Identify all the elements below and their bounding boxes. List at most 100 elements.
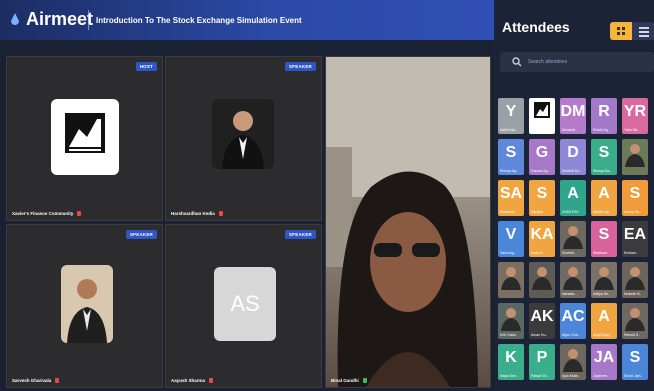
attendee-name: Vashi Ag.. — [500, 251, 516, 255]
participant-name: Sarvesh Gharivala — [12, 378, 60, 383]
attendees-title: Attendees — [502, 19, 570, 35]
attendee-name: Shreya Ag.. — [500, 169, 519, 173]
attendee-card[interactable]: S Sangita — [529, 180, 555, 216]
person-photo-icon — [212, 99, 274, 169]
attendee-name: Ansh K.. — [531, 251, 545, 255]
attendee-card[interactable]: S Shreya Ag.. — [498, 139, 524, 175]
attendee-initials: S — [505, 144, 517, 161]
attendee-card[interactable]: AC Arjun Cha.. — [560, 303, 586, 339]
attendee-card[interactable]: YR Yatin Mk.. — [622, 98, 648, 134]
role-badge: HOST — [135, 62, 157, 71]
attendee-card[interactable] — [498, 262, 524, 298]
attendee-card[interactable]: S Shreya Sa.. — [591, 139, 617, 175]
community-logo — [51, 99, 119, 175]
attendees-grid: Y Vaibhl Ma.. Xavier's F.. DM Devandt.. R Rutv… — [498, 98, 654, 391]
participant-tile[interactable]: HOST Xavier's Finance Community — [6, 56, 163, 221]
attendee-card[interactable]: Mukesh B.. — [622, 262, 648, 298]
attendee-card[interactable]: JA Jayshree.. — [591, 344, 617, 380]
attendee-card[interactable]: Nandita.. — [560, 262, 586, 298]
attendee-card[interactable]: S Shruti Jain.. — [622, 344, 648, 380]
attendee-card[interactable]: KA Ansh K.. — [529, 221, 555, 257]
attendee-card[interactable]: K Kalpa Sen.. — [498, 344, 524, 380]
participant-tile[interactable]: SPEAKER Harshvardhan Kedia — [165, 56, 322, 221]
participant-tile[interactable]: SPEAKER AS Aayush Sharma — [165, 224, 322, 388]
attendee-card[interactable] — [622, 139, 648, 175]
list-icon — [639, 27, 649, 37]
attendee-photo — [560, 221, 586, 249]
attendee-initials: S — [598, 226, 610, 243]
list-view-button[interactable] — [632, 22, 654, 40]
search-attendees-input[interactable]: Search attendees — [500, 52, 654, 72]
attendee-card[interactable]: A Anjali Sag.. — [591, 303, 617, 339]
participant-name: Binal Gandhi — [331, 378, 367, 383]
attendee-card[interactable]: S Akhay Sa.. — [622, 180, 648, 216]
grid-icon — [617, 27, 625, 35]
attendee-initials: S — [598, 144, 610, 161]
airmeet-logo-icon — [11, 12, 19, 25]
airmeet-logo[interactable]: Airmeet — [10, 9, 93, 30]
attendee-name: Jayshree.. — [593, 374, 610, 378]
attendee-name: Sangita — [531, 210, 543, 214]
attendee-name: Ashish Ag.. — [593, 210, 611, 214]
attendee-card[interactable]: A Ashish Ag.. — [591, 180, 617, 216]
mic-muted-icon — [218, 211, 223, 216]
attendee-initials: SA — [499, 185, 523, 202]
top-bar: Airmeet Introduction To The Stock Exchan… — [0, 0, 494, 40]
attendee-card[interactable]: Shobhit.. — [560, 221, 586, 257]
attendee-photo — [529, 262, 555, 290]
attendee-name: Anjali Sag.. — [593, 333, 611, 337]
attendee-name: Aditya Sh.. — [593, 292, 610, 296]
participant-name: Xavier's Finance Community — [12, 211, 82, 216]
event-title: Introduction To The Stock Exchange Simul… — [96, 16, 302, 25]
attendee-name: Kriti Gaba.. — [500, 333, 518, 337]
participant-tile[interactable]: SPEAKER Sarvesh Gharivala — [6, 224, 163, 388]
attendee-initials: YR — [623, 103, 647, 120]
attendee-card[interactable]: EA Eeshan.. — [622, 221, 648, 257]
attendee-card[interactable]: P Pallavi Sh.. — [529, 344, 555, 380]
attendee-name: Yatin Mk.. — [624, 128, 640, 132]
attendee-card[interactable]: Aditya Sh.. — [591, 262, 617, 298]
attendee-name: AYAN RAY — [562, 210, 579, 214]
attendee-name: Aman Ku.. — [531, 333, 548, 337]
attendee-initials: A — [598, 308, 610, 325]
search-icon — [512, 57, 522, 67]
attendee-photo — [622, 139, 648, 167]
speaker-video-feed — [326, 57, 490, 387]
attendee-name: Xavier's F.. — [531, 128, 549, 132]
attendee-name: Shreya Sa.. — [593, 169, 612, 173]
attendee-card[interactable]: Ranvid S.. — [622, 303, 648, 339]
attendee-initials: K — [505, 349, 517, 366]
avatar-initials: AS — [230, 291, 260, 316]
attendee-name: Shruti Jain.. — [624, 374, 643, 378]
role-badge: SPEAKER — [284, 230, 316, 239]
attendee-card[interactable]: R Rutvik Ag.. — [591, 98, 617, 134]
speaker-video-tile[interactable]: SPEAKER Binal Gandhi — [325, 56, 491, 388]
attendee-card[interactable]: V Vashi Ag.. — [498, 221, 524, 257]
attendee-card[interactable]: Y Vaibhl Ma.. — [498, 98, 524, 134]
initials-avatar: AS — [214, 267, 276, 341]
mic-active-icon — [362, 378, 367, 383]
attendee-card[interactable]: D Devesh Mi.. — [560, 139, 586, 175]
attendee-name: Shobhit.. — [562, 251, 576, 255]
attendee-initials: V — [505, 226, 517, 243]
attendee-initials: R — [598, 103, 610, 120]
attendee-card[interactable]: SA Shashil A.. — [498, 180, 524, 216]
attendee-card[interactable]: AK Aman Ku.. — [529, 303, 555, 339]
attendee-photo — [560, 262, 586, 290]
attendee-name: Ayla Mukh.. — [562, 374, 581, 378]
attendee-card[interactable]: A AYAN RAY — [560, 180, 586, 216]
attendee-name: Siddhant.. — [593, 251, 609, 255]
attendee-card[interactable] — [529, 262, 555, 298]
attendee-card[interactable]: S Siddhant.. — [591, 221, 617, 257]
attendee-photo — [591, 262, 617, 290]
attendee-card[interactable]: DM Devandt.. — [560, 98, 586, 134]
attendee-name: Vaibhl Ma.. — [500, 128, 518, 132]
mic-muted-icon — [77, 211, 82, 216]
attendee-card[interactable]: Kriti Gaba.. — [498, 303, 524, 339]
grid-view-button[interactable] — [610, 22, 632, 40]
title-divider — [88, 10, 89, 30]
attendee-card[interactable]: G Gaurav Ag.. — [529, 139, 555, 175]
attendee-card[interactable]: Ayla Mukh.. — [560, 344, 586, 380]
participant-name: Harshvardhan Kedia — [171, 211, 223, 216]
attendee-card[interactable]: Xavier's F.. — [529, 98, 555, 134]
